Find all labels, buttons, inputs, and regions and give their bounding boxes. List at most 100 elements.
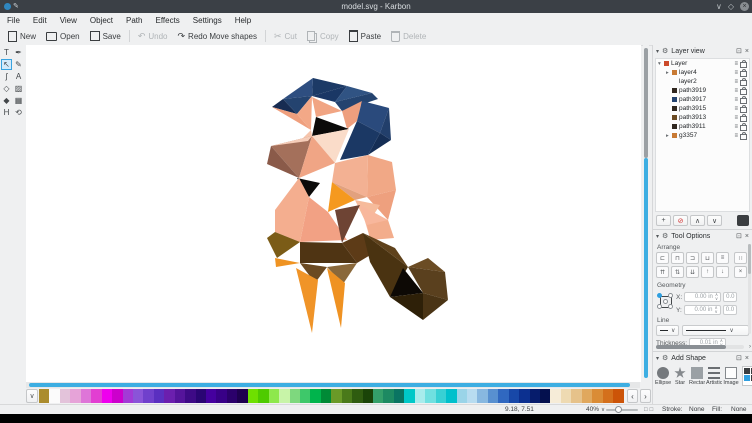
color-swatch[interactable] <box>425 389 435 403</box>
lock-icon[interactable] <box>740 107 747 113</box>
x-input[interactable]: 0.00 in ∧∨ <box>684 292 721 302</box>
color-swatch[interactable] <box>571 389 581 403</box>
line-type-select[interactable]: ∨ <box>682 325 749 336</box>
horizontal-scrollbar-thumb[interactable] <box>29 383 630 387</box>
pen-tool[interactable]: ✒ <box>13 47 24 58</box>
vertical-scrollbar[interactable] <box>643 45 649 382</box>
anchor-point-selector[interactable] <box>656 292 674 310</box>
lock-icon[interactable] <box>740 134 747 140</box>
toolbar-button[interactable]: Save <box>85 29 126 43</box>
layer-row[interactable]: layer2 ≡ <box>656 77 749 86</box>
color-swatch[interactable] <box>446 389 456 403</box>
anchor-topleft[interactable] <box>657 293 662 298</box>
color-swatch[interactable] <box>383 389 393 403</box>
color-swatch[interactable] <box>81 389 91 403</box>
layer-visibility-icon[interactable]: ≡ <box>734 115 738 121</box>
color-swatch[interactable] <box>258 389 268 403</box>
color-swatch[interactable] <box>363 389 373 403</box>
color-swatch[interactable] <box>613 389 623 403</box>
arrange-button[interactable]: ⇅ <box>671 266 684 278</box>
fill-tool[interactable]: ◆ <box>1 95 12 106</box>
color-swatch[interactable] <box>196 389 206 403</box>
layer-row[interactable]: path3917 ≡ <box>656 95 749 104</box>
panel-horizontal-scrollbar[interactable] <box>656 345 744 349</box>
stroke-value[interactable]: None <box>689 405 705 414</box>
zoom-select[interactable]: 40% ∨ <box>586 405 605 414</box>
layer-row[interactable]: ▾ Layer ≡ <box>656 59 749 68</box>
height-input-clipped[interactable]: 0.0 <box>723 305 737 315</box>
layer-row[interactable]: path3919 ≡ <box>656 86 749 95</box>
shape-item[interactable]: Rectan <box>689 366 705 386</box>
float-panel-icon[interactable]: ⊡ <box>736 47 742 55</box>
palette-dropdown-button[interactable]: ∨ <box>26 389 38 403</box>
color-swatch[interactable] <box>279 389 289 403</box>
color-swatch[interactable] <box>60 389 70 403</box>
menu-item[interactable]: Settings <box>193 16 222 25</box>
palette-scroll-right-button[interactable]: › <box>640 389 651 403</box>
color-swatch[interactable] <box>237 389 247 403</box>
color-swatch[interactable] <box>477 389 487 403</box>
lock-icon[interactable] <box>740 89 747 95</box>
layer-row[interactable]: path3911 ≡ <box>656 122 749 131</box>
arrange-button[interactable]: ⊐ <box>686 252 699 264</box>
panel-expander-icon[interactable]: ▾ <box>656 355 659 362</box>
color-swatch[interactable] <box>123 389 133 403</box>
spread-mode-icon[interactable]: □ <box>650 407 654 413</box>
color-swatch[interactable] <box>70 389 80 403</box>
color-swatch[interactable] <box>102 389 112 403</box>
canvas[interactable] <box>26 45 641 382</box>
shape-item[interactable]: Star <box>672 366 688 386</box>
color-swatch[interactable] <box>164 389 174 403</box>
anchor-center[interactable] <box>663 299 668 304</box>
toolbar-button[interactable]: Copy <box>302 29 344 43</box>
color-swatch[interactable] <box>227 389 237 403</box>
menu-item[interactable]: Effects <box>155 16 179 25</box>
layer-row[interactable]: ▸ g3357 ≡ <box>656 131 749 140</box>
menu-item[interactable]: Path <box>126 16 142 25</box>
arrange-button[interactable]: ≡ <box>716 252 729 264</box>
color-swatch[interactable] <box>415 389 425 403</box>
vertical-scrollbar-track-segment[interactable] <box>644 48 648 158</box>
close-panel-icon[interactable]: × <box>745 233 749 240</box>
lock-icon[interactable] <box>740 116 747 122</box>
lock-icon[interactable] <box>740 62 747 68</box>
anchor-topright[interactable] <box>668 293 673 298</box>
layer-extra-button[interactable] <box>737 215 749 226</box>
arrange-button[interactable]: ↑ <box>701 266 714 278</box>
pan-tool[interactable]: ⟲ <box>13 107 24 118</box>
zoom-tool[interactable]: H <box>1 107 12 118</box>
color-swatch[interactable] <box>404 389 414 403</box>
layer-visibility-icon[interactable]: ≡ <box>734 106 738 112</box>
panel-expander-icon[interactable]: ▾ <box>656 48 659 55</box>
color-swatch[interactable] <box>49 389 59 403</box>
anchor-bottomright[interactable] <box>668 304 673 309</box>
artwork-polygon[interactable] <box>390 293 423 320</box>
color-swatch[interactable] <box>488 389 498 403</box>
color-swatch[interactable] <box>530 389 540 403</box>
color-swatch[interactable] <box>269 389 279 403</box>
color-swatch[interactable] <box>352 389 362 403</box>
color-swatch[interactable] <box>143 389 153 403</box>
artwork-polygon[interactable] <box>283 78 313 99</box>
layer-row[interactable]: path3913 ≡ <box>656 113 749 122</box>
palette-scroll-left-button[interactable]: ‹ <box>627 389 638 403</box>
color-swatch[interactable] <box>498 389 508 403</box>
lock-icon[interactable] <box>740 71 747 77</box>
color-swatch[interactable] <box>592 389 602 403</box>
color-swatch[interactable] <box>321 389 331 403</box>
arrange-button[interactable]: ⊔ <box>701 252 714 264</box>
color-swatch[interactable] <box>519 389 529 403</box>
color-swatch[interactable] <box>216 389 226 403</box>
color-swatch[interactable] <box>133 389 143 403</box>
layer-visibility-icon[interactable]: ≡ <box>734 88 738 94</box>
color-swatch[interactable] <box>373 389 383 403</box>
color-swatch[interactable] <box>39 389 49 403</box>
menu-item[interactable]: View <box>60 16 77 25</box>
float-panel-icon[interactable]: ⊡ <box>736 232 742 240</box>
zoom-slider[interactable] <box>606 405 638 414</box>
page-mode-icon[interactable]: □ <box>644 407 648 413</box>
lock-icon[interactable] <box>740 98 747 104</box>
color-swatch[interactable] <box>550 389 560 403</box>
color-swatch[interactable] <box>175 389 185 403</box>
lock-icon[interactable] <box>740 80 747 86</box>
